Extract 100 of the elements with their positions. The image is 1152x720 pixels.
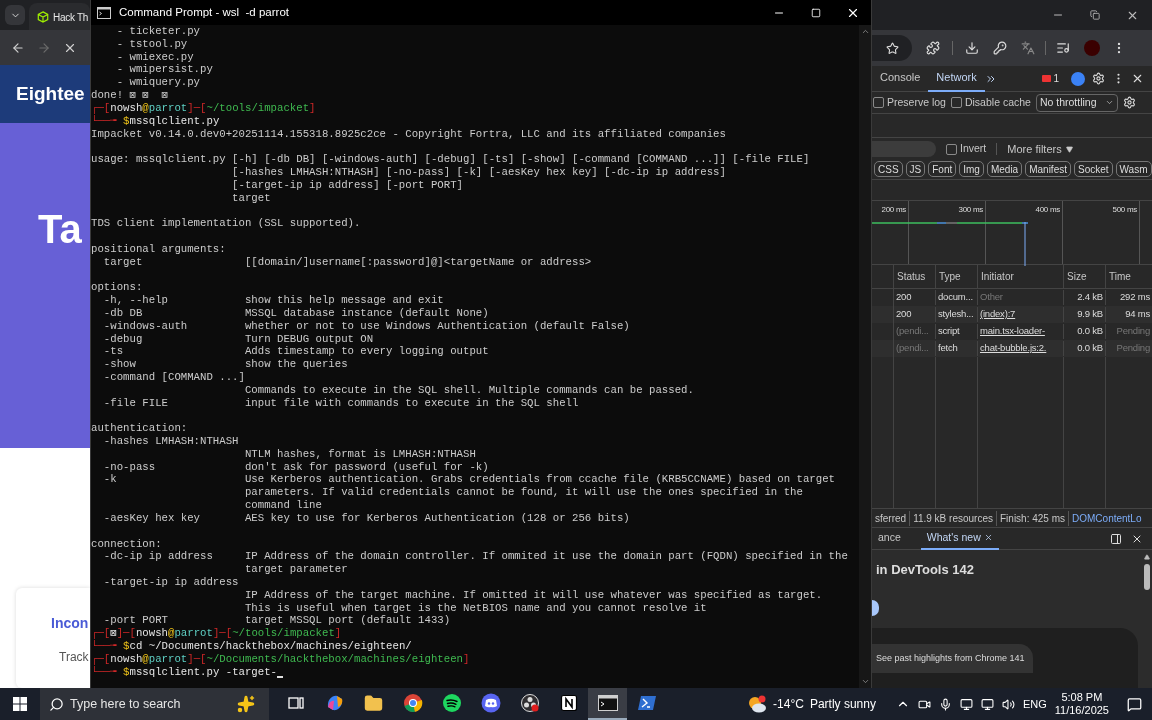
restore-icon[interactable] [1090,10,1100,20]
volume-icon[interactable] [1001,697,1015,711]
more-filters-button[interactable]: More filters [1007,140,1073,158]
prompt-line: ┌─[nowsh@parrot]─[~/Documents/hackthebox/machines/eighteen] [91,652,470,666]
type-filter-chip[interactable]: Media [986,160,1023,177]
folder-icon [364,693,383,713]
dock-icon[interactable] [1110,532,1122,545]
microphone-icon[interactable] [938,697,952,711]
search-icon [49,696,64,712]
scrollbar-thumb[interactable] [1144,564,1150,590]
type-filter-chip[interactable]: Wasm [1115,160,1152,177]
language-indicator[interactable]: ENG [1022,695,1047,713]
terminal-line: target [[domain/]username[:password]@]<targetName or address> [102,255,592,268]
type-filter-chip[interactable]: Font [928,160,957,177]
type-cell: docum... [936,290,978,305]
terminal-line: usage: mssqlclient.py [-h] [-db DB] [-windows-auth] [-debug] [-ts] [-show] [-command [COMMAND ...]] [-file FILE] [91,153,810,166]
size-cell: 0.0 kB [1064,324,1106,339]
cube-icon [37,11,49,23]
scroll-down-icon[interactable] [860,677,870,686]
terminal-line: Commands to execute in the SQL shell. Multiple commands can be passed. [243,383,694,396]
key-icon[interactable] [993,41,1007,55]
terminal-line: IP Address of the target machine. If omitted it will use whatever was specified as target. [243,588,823,601]
size-cell: 2.4 kB [1064,290,1106,305]
scroll-up-icon[interactable] [860,27,870,36]
media-icon[interactable] [1056,41,1070,55]
network-icon[interactable] [980,697,994,711]
prompt-line: └──╼ $mssqlclient.py -target- [91,665,278,679]
devtools-tab[interactable]: Network [928,65,985,92]
ai-assistant-icon[interactable] [1071,71,1085,86]
terminal-line: target [231,191,271,204]
bookmark-icon[interactable] [885,41,899,55]
issues-badge[interactable]: 1 [1042,71,1059,86]
tab-list-button[interactable] [5,5,25,25]
search-field[interactable]: Type here to search [40,688,269,720]
recorder-icon [519,693,540,713]
terminal-line: -ts Adds timestamp to every logging output [102,345,489,358]
terminal-line: -show show the queries [102,358,348,371]
initiator-link[interactable]: (index):7 [980,308,1016,320]
column-header[interactable]: Size [1064,265,1106,288]
type-filter-chip[interactable]: Manifest [1025,160,1071,177]
notion-icon [559,694,578,712]
column-header[interactable]: Time [1106,265,1152,288]
drawer-tab[interactable]: ance [872,527,907,550]
prompt-line: ┌─[⊠]─[nowsh@parrot]─[~/tools/impacket] [91,627,342,640]
terminal-line: - wmipersist.py [115,63,213,76]
powershell-icon [636,695,657,711]
scroll-up-icon[interactable] [1144,554,1150,560]
type-cell: stylesh... [936,307,978,322]
terminal-line: -no-pass don't ask for password (useful for -k) [102,460,489,473]
back-icon[interactable] [11,40,25,55]
terminal-line: command line [243,499,322,512]
column-header[interactable]: Status [894,265,936,288]
type-filter-chip[interactable]: CSS [874,160,903,177]
initiator-link[interactable]: main.tsx-loader- [980,325,1045,337]
type-filter-chip[interactable]: JS [905,160,926,177]
browser-tab[interactable]: Hack Th [29,3,90,31]
checkbox[interactable]: Preserve log [873,94,946,111]
checkbox[interactable]: Disable cache [950,94,1031,111]
terminal-line: - ticketer.py [115,25,201,37]
terminal-line: positional arguments: [91,242,226,255]
tick-label: 300 ms [958,204,983,216]
search-input[interactable]: Type here to search [70,694,231,714]
checkbox[interactable]: Invert [946,141,987,157]
terminal-line: -hashes LMHASH:NTHASH [102,435,239,447]
prompt-line: └──╼ $mssqlclient.py [91,114,220,128]
devtools-tab[interactable]: Console [872,65,929,92]
address-bar[interactable] [872,35,912,61]
filter-field[interactable] [872,141,936,157]
terminal-icon [597,695,618,711]
taskbar-app[interactable] [588,688,627,720]
display-icon[interactable] [959,697,973,711]
clock[interactable]: 5:08 PM 11/16/2025 [1054,691,1109,717]
terminal-line: options: [91,281,143,294]
terminal-line: -target-ip ip address [102,575,239,588]
throttling-select[interactable]: No throttling [1035,93,1118,112]
initiator-link[interactable]: chat-bubble.js:2. [980,342,1047,354]
terminal-line: -file FILE input file with commands to execute in the SQL shell [102,396,579,409]
windows-logo-icon [13,697,27,711]
scrollbar[interactable] [859,25,871,688]
settings-icon[interactable] [1122,96,1136,109]
prompt-line: └──╼ $cd ~/Documents/hackthebox/machines/eighteen/ [91,640,412,653]
hero-banner: Ta [0,123,90,448]
terminal-line: -command [COMMAND ...] [102,370,245,383]
close-icon[interactable] [1131,72,1144,85]
past-highlights-link[interactable]: See past highlights from Chrome 141 [872,643,1033,673]
terminal-line: -db DB MSSQL database instance (default None) [102,306,489,319]
time-cell-text: Pending [1115,341,1151,356]
terminal-line: - tstool.py [115,37,188,50]
whats-new-heading: in DevTools 142 [875,561,975,579]
download-icon[interactable] [965,41,979,55]
extension-icon[interactable] [926,41,940,55]
close-icon[interactable] [983,533,993,542]
translate-icon[interactable] [1021,41,1035,55]
settings-icon[interactable] [1092,72,1105,85]
type-filter-chip[interactable]: Socket [1073,160,1113,177]
terminal-line: done! ⊠ ⊠ ⊠ [91,89,169,102]
notifications-icon[interactable] [1127,696,1142,712]
column-header[interactable]: Initiator [978,265,1064,288]
column-header[interactable]: Type [936,265,978,288]
type-filter-chip[interactable]: Img [959,160,984,177]
